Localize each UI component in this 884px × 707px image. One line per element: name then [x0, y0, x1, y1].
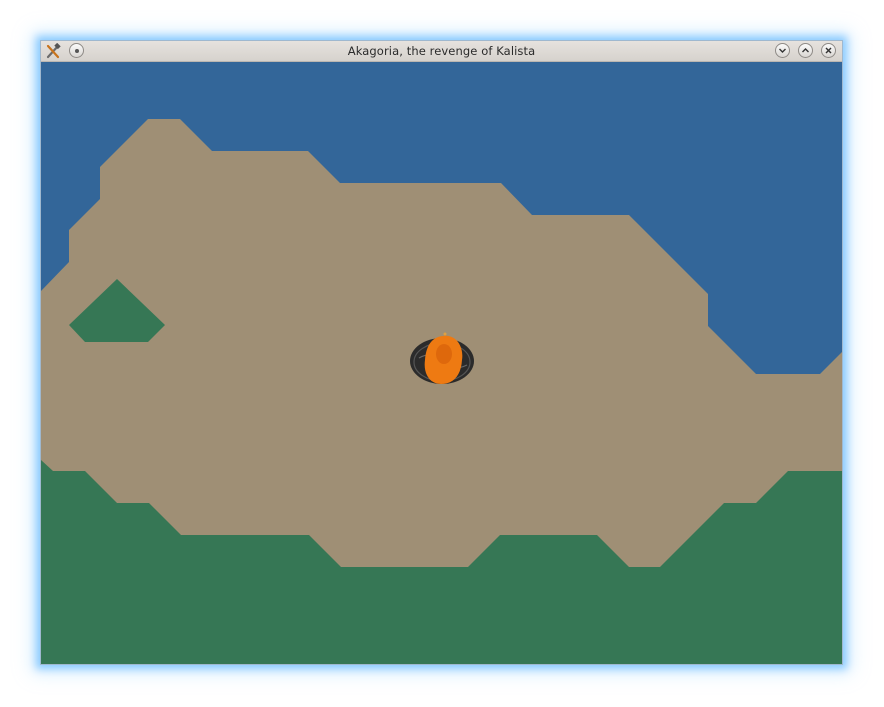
- game-map: [41, 62, 842, 664]
- maximize-button[interactable]: [798, 43, 813, 58]
- game-viewport[interactable]: [41, 62, 842, 664]
- window-title: Akagoria, the revenge of Kalista: [347, 44, 536, 58]
- title-bar[interactable]: Akagoria, the revenge of Kalista: [41, 41, 842, 62]
- game-window: Akagoria, the revenge of Kalista: [40, 40, 843, 665]
- minimize-button[interactable]: [775, 43, 790, 58]
- close-icon: [825, 47, 832, 54]
- close-button[interactable]: [821, 43, 836, 58]
- chevron-up-icon: [802, 48, 809, 53]
- chevron-down-icon: [779, 48, 786, 53]
